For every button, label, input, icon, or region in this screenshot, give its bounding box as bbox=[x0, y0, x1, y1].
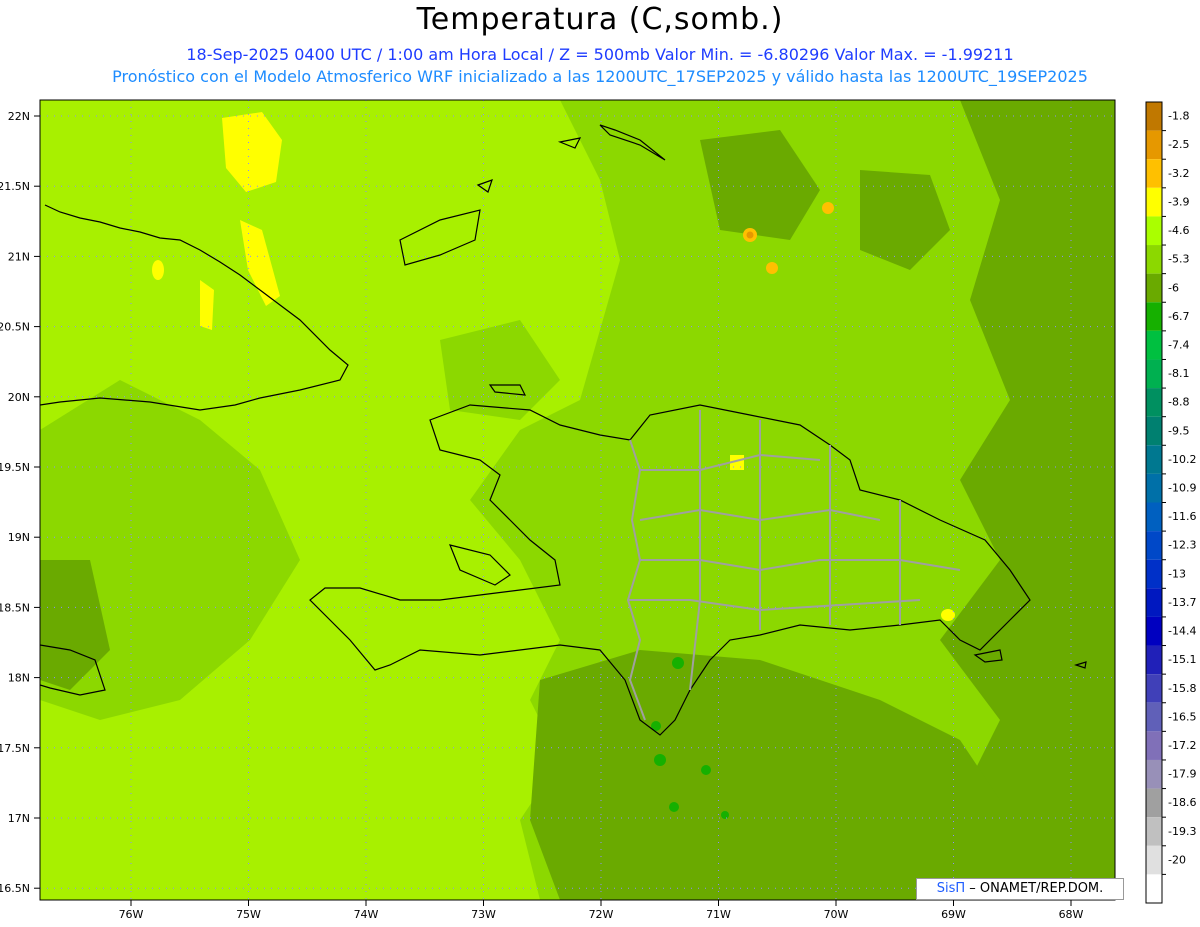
colorbar-label: -8.8 bbox=[1168, 396, 1189, 409]
subtitle-model-info: Pronóstico con el Modelo Atmosferico WRF… bbox=[112, 67, 1088, 86]
lon-tick-label: 68W bbox=[1059, 908, 1084, 921]
credit-box: SisΠ – ONAMET/REP.DOM. bbox=[916, 878, 1124, 900]
lat-tick-label: 21.5N bbox=[0, 180, 30, 193]
colorbar-label: -11.6 bbox=[1168, 510, 1196, 523]
lon-tick-label: 73W bbox=[471, 908, 496, 921]
warm-spot-3 bbox=[822, 202, 834, 214]
field-yellow-5 bbox=[152, 260, 164, 280]
lon-tick-label: 70W bbox=[824, 908, 849, 921]
colorbar-swatch bbox=[1146, 845, 1162, 875]
colorbar-swatch bbox=[1146, 302, 1162, 331]
map-canvas: 22N 21.5N 21N 20.5N 20N 19.5N 19N 18.5N 18N 17.5N… bbox=[0, 99, 1196, 921]
colorbar-swatch bbox=[1146, 702, 1162, 732]
lat-tick-label: 22N bbox=[8, 110, 30, 123]
colorbar-swatch bbox=[1146, 588, 1162, 617]
colorbar-label: -9.5 bbox=[1168, 424, 1189, 437]
longitude-axis: 76W 75W 74W 73W 72W 71W 70W 69W 68W bbox=[119, 900, 1084, 921]
latitude-axis: 22N 21.5N 21N 20.5N 20N 19.5N 19N 18.5N 18N 17.5N… bbox=[0, 110, 40, 895]
colorbar-swatch bbox=[1146, 473, 1162, 503]
lat-tick-label: 19.5N bbox=[0, 461, 30, 474]
colorbar-label: -10.2 bbox=[1168, 453, 1196, 466]
colorbar-label: -13 bbox=[1168, 567, 1186, 580]
lat-tick-label: 18N bbox=[8, 672, 30, 685]
colorbar-swatch bbox=[1146, 731, 1162, 760]
lon-tick-label: 72W bbox=[589, 908, 614, 921]
colorbar-label: -20 bbox=[1168, 853, 1186, 866]
credit-text: – ONAMET/REP.DOM. bbox=[969, 881, 1104, 896]
colorbar-swatch bbox=[1146, 359, 1162, 389]
temperature-field bbox=[40, 100, 1115, 900]
colorbar-swatch bbox=[1146, 759, 1162, 789]
colorbar-label: -10.9 bbox=[1168, 482, 1196, 495]
cold-spot-5 bbox=[669, 802, 679, 812]
colorbar-label: -4.6 bbox=[1168, 224, 1189, 237]
colorbar-label: -14.4 bbox=[1168, 625, 1196, 638]
colorbar-swatch bbox=[1146, 330, 1162, 360]
lat-tick-label: 17.5N bbox=[0, 742, 30, 755]
subtitle-date-stats: 18-Sep-2025 0400 UTC / 1:00 am Hora Loca… bbox=[186, 45, 1014, 64]
colorbar-label: -15.8 bbox=[1168, 682, 1196, 695]
colorbar-swatch bbox=[1146, 388, 1162, 417]
colorbar-label: -2.5 bbox=[1168, 138, 1189, 151]
lat-tick-label: 20N bbox=[8, 391, 30, 404]
cold-spot-3 bbox=[654, 754, 666, 766]
colorbar-swatch bbox=[1146, 102, 1162, 131]
cold-spot-1 bbox=[672, 657, 684, 669]
lat-tick-label: 16.5N bbox=[0, 882, 30, 895]
field-yellow-6 bbox=[941, 609, 955, 621]
colorbar-swatch bbox=[1146, 502, 1162, 532]
colorbar-label: -17.2 bbox=[1168, 739, 1196, 752]
colorbar: -1.8 -2.5 -3.2 -3.9 -4.6 -5.3 -6 -6.7 -7.4 -8.1 -8… bbox=[1145, 101, 1196, 904]
colorbar-label: -17.9 bbox=[1168, 768, 1196, 781]
colorbar-label: -8.1 bbox=[1168, 367, 1189, 380]
colorbar-label: -7.4 bbox=[1168, 338, 1189, 351]
colorbar-label: -18.6 bbox=[1168, 796, 1196, 809]
colorbar-label: -15.1 bbox=[1168, 653, 1196, 666]
lat-tick-label: 19N bbox=[8, 531, 30, 544]
lon-tick-label: 76W bbox=[119, 908, 144, 921]
lon-tick-label: 74W bbox=[354, 908, 379, 921]
colorbar-swatch bbox=[1146, 874, 1162, 903]
colorbar-swatch bbox=[1146, 187, 1162, 217]
colorbar-swatch bbox=[1146, 616, 1162, 646]
colorbar-swatch bbox=[1146, 416, 1162, 446]
lon-tick-label: 71W bbox=[706, 908, 731, 921]
colorbar-swatch bbox=[1146, 817, 1162, 846]
colorbar-label: -16.5 bbox=[1168, 710, 1196, 723]
colorbar-swatch bbox=[1146, 788, 1162, 818]
colorbar-swatch bbox=[1146, 674, 1162, 703]
cold-spot-4 bbox=[701, 765, 711, 775]
colorbar-swatch bbox=[1146, 130, 1162, 160]
colorbar-label: -5.3 bbox=[1168, 253, 1189, 266]
colorbar-swatch bbox=[1146, 273, 1162, 303]
colorbar-swatch bbox=[1146, 245, 1162, 274]
colorbar-label: -12.3 bbox=[1168, 539, 1196, 552]
lon-tick-label: 75W bbox=[236, 908, 261, 921]
colorbar-label: -1.8 bbox=[1168, 110, 1189, 123]
colorbar-swatch bbox=[1146, 531, 1162, 560]
chart-title: Temperatura (C,somb.) bbox=[416, 2, 784, 37]
colorbar-label: -19.3 bbox=[1168, 825, 1196, 838]
lat-tick-label: 21N bbox=[8, 250, 30, 263]
colorbar-label: -13.7 bbox=[1168, 596, 1196, 609]
lat-tick-label: 17N bbox=[8, 812, 30, 825]
colorbar-label: -3.9 bbox=[1168, 195, 1189, 208]
warm-spot-1-core bbox=[746, 231, 754, 239]
sispi-logo-text: SisΠ bbox=[936, 881, 966, 896]
colorbar-label: -6.7 bbox=[1168, 310, 1189, 323]
colorbar-swatch bbox=[1146, 445, 1162, 474]
cold-spot-6 bbox=[721, 811, 729, 819]
colorbar-swatch bbox=[1146, 159, 1162, 188]
warm-spot-2 bbox=[766, 262, 778, 274]
lat-tick-label: 18.5N bbox=[0, 601, 30, 614]
lat-tick-label: 20.5N bbox=[0, 321, 30, 334]
colorbar-swatch bbox=[1146, 216, 1162, 246]
colorbar-swatch bbox=[1146, 559, 1162, 589]
colorbar-label: -6 bbox=[1168, 281, 1179, 294]
colorbar-swatch bbox=[1146, 645, 1162, 675]
lon-tick-label: 69W bbox=[941, 908, 966, 921]
colorbar-label: -3.2 bbox=[1168, 167, 1189, 180]
